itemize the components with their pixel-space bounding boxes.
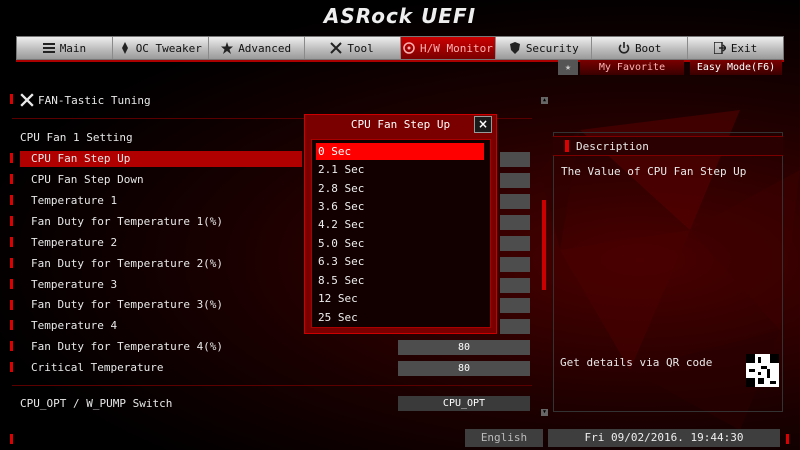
power-icon: [618, 42, 630, 54]
section-marker: [10, 94, 13, 104]
option-5-0-sec[interactable]: 5.0 Sec: [316, 235, 484, 252]
option-25-sec[interactable]: 25 Sec: [316, 309, 484, 326]
tab-exit-label: Exit: [730, 41, 758, 55]
setting-value-temperature-3[interactable]: [500, 278, 530, 293]
row-marker: [10, 174, 13, 184]
setting-value-critical-temperature[interactable]: 80: [398, 361, 530, 376]
monitor-icon: [403, 42, 415, 54]
close-button[interactable]: ×: [474, 116, 492, 133]
dialog-title: CPU Fan Step Up: [350, 118, 451, 131]
tab-security-label: Security: [525, 41, 579, 55]
setting-fan-duty-2[interactable]: Fan Duty for Temperature 2(%): [31, 257, 223, 270]
option-2-8-sec[interactable]: 2.8 Sec: [316, 180, 484, 197]
setting-value-fan-duty-4[interactable]: 80: [398, 340, 530, 355]
setting-critical-temperature[interactable]: Critical Temperature: [31, 361, 163, 374]
tab-boot[interactable]: Boot: [592, 37, 689, 59]
setting-temperature-3[interactable]: Temperature 3: [31, 278, 117, 291]
tab-oc-tweaker-label: OC Tweaker: [135, 41, 202, 55]
setting-fan-duty-1[interactable]: Fan Duty for Temperature 1(%): [31, 215, 223, 228]
option-8-5-sec[interactable]: 8.5 Sec: [316, 272, 484, 289]
setting-cpu-fan-step-down[interactable]: CPU Fan Step Down: [31, 173, 144, 186]
section-title-label: FAN-Tastic Tuning: [38, 93, 151, 107]
option-2-1-sec[interactable]: 2.1 Sec: [316, 161, 484, 178]
row-marker: [10, 237, 13, 247]
tab-main-label: Main: [59, 41, 87, 55]
description-marker: [565, 140, 569, 152]
setting-fan-duty-4[interactable]: Fan Duty for Temperature 4(%): [31, 340, 223, 353]
tab-boot-label: Boot: [634, 41, 662, 55]
row-marker: [10, 362, 13, 372]
tab-advanced[interactable]: Advanced: [209, 37, 305, 59]
asrock-uefi-logo: ASRock UEFI: [323, 4, 477, 28]
row-marker: [10, 300, 13, 310]
option-0-sec[interactable]: 0 Sec: [316, 143, 484, 160]
scrollbar-thumb[interactable]: [542, 200, 546, 290]
tab-security[interactable]: Security: [496, 37, 593, 59]
setting-temperature-4[interactable]: Temperature 4: [31, 319, 117, 332]
tab-hw-monitor-label: H/W Monitor: [420, 41, 493, 55]
description-title: Description: [576, 140, 649, 153]
language-button[interactable]: English: [465, 429, 543, 447]
star-icon: ★: [564, 62, 572, 73]
main-nav: Main OC Tweaker Advanced Tool H/W Monito…: [16, 36, 784, 60]
tab-tool-label: Tool: [347, 41, 374, 55]
option-4-2-sec[interactable]: 4.2 Sec: [316, 216, 484, 233]
setting-fan-duty-3[interactable]: Fan Duty for Temperature 3(%): [31, 298, 223, 311]
datetime-display: Fri 09/02/2016. 19:44:30: [548, 429, 780, 447]
rocket-icon: [121, 42, 128, 54]
qr-caption: Get details via QR code: [560, 356, 713, 369]
setting-value-cpu-fan-step-up[interactable]: [500, 152, 530, 167]
tab-main[interactable]: Main: [17, 37, 113, 59]
row-marker: [10, 320, 13, 330]
setting-value-temperature-4[interactable]: [500, 319, 530, 334]
section-title: FAN-Tastic Tuning: [20, 93, 151, 107]
row-marker: [10, 279, 13, 289]
easy-mode-button[interactable]: Easy Mode(F6): [690, 60, 782, 75]
tools-icon: [20, 93, 34, 107]
row-marker: [10, 153, 13, 163]
tab-tool[interactable]: Tool: [305, 37, 401, 59]
setting-value-temperature-1[interactable]: [500, 194, 530, 209]
scroll-up-button[interactable]: ▲: [541, 97, 548, 104]
option-3-6-sec[interactable]: 3.6 Sec: [316, 198, 484, 215]
my-favorite-button[interactable]: My Favorite: [580, 60, 684, 75]
setting-value-fan-duty-3[interactable]: [500, 298, 530, 313]
setting-value-fan-duty-1[interactable]: [500, 215, 530, 230]
star-icon: [221, 42, 234, 54]
row-marker: [10, 341, 13, 351]
tab-advanced-label: Advanced: [238, 41, 292, 55]
tab-exit[interactable]: Exit: [688, 37, 783, 59]
shield-icon: [509, 42, 520, 54]
description-text: The Value of CPU Fan Step Up: [561, 165, 747, 178]
tab-oc-tweaker[interactable]: OC Tweaker: [113, 37, 209, 59]
status-marker: [786, 434, 789, 444]
row-marker: [10, 216, 13, 226]
divider: [12, 385, 532, 386]
row-marker: [10, 195, 13, 205]
exit-icon: [713, 42, 726, 54]
setting-temperature-2[interactable]: Temperature 2: [31, 236, 117, 249]
list-icon: [42, 43, 55, 53]
setting-temperature-1[interactable]: Temperature 1: [31, 194, 117, 207]
setting-value-temperature-2[interactable]: [500, 236, 530, 251]
scroll-down-button[interactable]: ▼: [541, 409, 548, 416]
qr-code-icon: [746, 354, 779, 387]
option-12-sec[interactable]: 12 Sec: [316, 290, 484, 307]
setting-value-cpu-fan-step-down[interactable]: [500, 173, 530, 188]
favorite-star-button[interactable]: ★: [558, 60, 578, 75]
tools-icon: [330, 42, 343, 54]
row-marker: [10, 258, 13, 268]
status-marker: [10, 434, 13, 444]
tab-hw-monitor[interactable]: H/W Monitor: [400, 37, 497, 59]
setting-cpu-fan-step-up[interactable]: CPU Fan Step Up: [31, 152, 130, 165]
setting-pump-switch[interactable]: CPU_OPT / W_PUMP Switch: [20, 397, 172, 410]
option-6-3-sec[interactable]: 6.3 Sec: [316, 253, 484, 270]
setting-value-fan-duty-2[interactable]: [500, 257, 530, 272]
setting-value-pump-switch[interactable]: CPU_OPT: [398, 396, 530, 411]
group-title: CPU Fan 1 Setting: [20, 131, 133, 144]
